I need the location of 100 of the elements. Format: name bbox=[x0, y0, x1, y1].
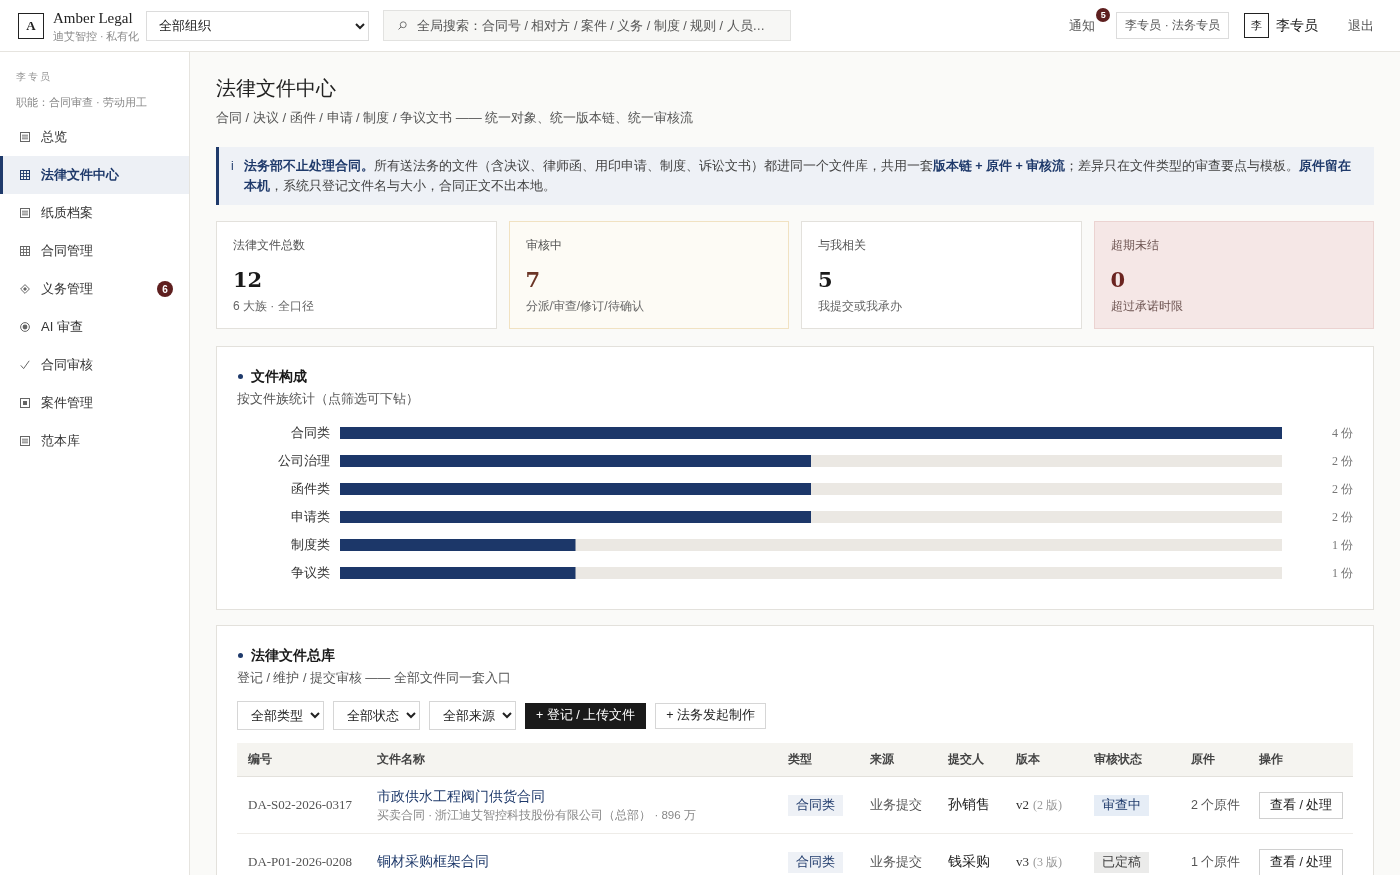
role-chip[interactable]: 李专员 · 法务专员 bbox=[1116, 12, 1229, 39]
category-label: 公司治理 bbox=[277, 452, 330, 470]
column-header: 提交人 bbox=[948, 751, 985, 768]
column-header: 类型 bbox=[788, 751, 813, 768]
source-cell-text: 业务提交 bbox=[870, 796, 923, 814]
sidebar-duties: 职能：合同审查 · 劳动用工 bbox=[15, 95, 148, 110]
stat-label: 法律文件总数 bbox=[233, 237, 305, 254]
avatar[interactable]: 李 bbox=[1244, 13, 1269, 38]
list-icon bbox=[20, 132, 30, 142]
target-icon bbox=[20, 322, 30, 332]
submitter-cell-text: 孙销售 bbox=[948, 796, 991, 814]
column-header: 来源 bbox=[870, 751, 895, 768]
column-header: 原件 bbox=[1191, 751, 1216, 768]
value-label: 1 份 bbox=[1331, 564, 1353, 582]
count-badge: 6 bbox=[157, 281, 173, 297]
status-tag: 已定稿 bbox=[1094, 851, 1149, 873]
value-label: 2 份 bbox=[1331, 452, 1353, 470]
page-subtitle: 合同 / 决议 / 函件 / 申请 / 制度 / 争议文书 —— 统一对象、统一版本链、统一审核流 bbox=[216, 109, 695, 127]
document-number: DA-P01-2026-0208 bbox=[248, 854, 353, 870]
type-tag: 合同类 bbox=[788, 851, 843, 873]
category-label: 制度类 bbox=[290, 536, 330, 554]
grid-icon bbox=[20, 246, 30, 256]
nav-item[interactable]: 合同管理 bbox=[0, 232, 189, 270]
section-title: 文件构成 bbox=[251, 367, 307, 385]
source-cell-text: 业务提交 bbox=[870, 853, 923, 871]
column-header: 编号 bbox=[248, 751, 273, 768]
version-count: (2 版) bbox=[1033, 796, 1062, 814]
document-title-link[interactable]: 铜材采购框架合同 bbox=[377, 852, 489, 872]
section-subtitle: 按文件族统计（点筛选可下钻） bbox=[237, 391, 420, 408]
document-meta: 买卖合同 · 浙江迪艾智控科技股份有限公司（总部） · 896 万 bbox=[377, 807, 696, 823]
nav-item[interactable]: 合同审核 bbox=[0, 346, 189, 384]
search-field[interactable]: 全局搜索：合同号 / 相对方 / 案件 / 义务 / 制度 / 规则 / 人员… bbox=[383, 10, 791, 41]
bullet-icon bbox=[238, 373, 243, 379]
value-label: 2 份 bbox=[1331, 508, 1353, 526]
status-tag: 审查中 bbox=[1094, 794, 1149, 816]
list-icon bbox=[20, 436, 30, 446]
stat-label: 超期未结 bbox=[1110, 237, 1159, 254]
stat-label: 审核中 bbox=[525, 237, 562, 254]
notification-badge: 5 bbox=[1096, 7, 1111, 22]
nav-item[interactable]: 义务管理 6 bbox=[0, 270, 189, 308]
filter-select[interactable]: 全部类型 bbox=[237, 701, 324, 730]
diamond-icon bbox=[20, 284, 30, 294]
category-label: 合同类 bbox=[290, 424, 330, 442]
stat-value: 12 bbox=[233, 266, 263, 294]
originals-cell-text: 2 个原件 bbox=[1191, 796, 1242, 814]
nav-item[interactable]: 总览 bbox=[0, 118, 189, 156]
page-title: 法律文件中心 bbox=[216, 76, 337, 101]
filter-select[interactable]: 全部状态 bbox=[333, 701, 420, 730]
stat-note: 我提交或我承办 bbox=[818, 298, 902, 315]
view-process-button[interactable]: 查看 / 处理 bbox=[1259, 791, 1344, 819]
column-header: 文件名称 bbox=[377, 751, 426, 768]
organization-select[interactable]: 全部组织 bbox=[146, 10, 369, 41]
chart-bar[interactable] bbox=[340, 483, 811, 495]
list-icon bbox=[20, 208, 30, 218]
notifications-link[interactable]: 通知 bbox=[1069, 16, 1096, 35]
nav-item[interactable]: 法律文件中心 bbox=[0, 156, 189, 194]
bullet-icon bbox=[238, 652, 243, 658]
stat-note: 6 大族 · 全口径 bbox=[233, 298, 314, 315]
info-text: 法务部不止处理合同。所有送法务的文件（含决议、律师函、用印申请、制度、诉讼文书）都进同一个文件库，共用一套版本链 + 原件 + 审核流；差异只在文件类型的审查要点与模板。原件留在本机，系统只登记文件名与大小，合同正文不出本地。 bbox=[243, 157, 1353, 195]
section-subtitle: 登记 / 维护 / 提交审核 —— 全部文件同一套入口 bbox=[237, 670, 512, 687]
info-icon: i bbox=[231, 156, 234, 196]
logout-link[interactable]: 退出 bbox=[1348, 16, 1374, 35]
chart-bar[interactable] bbox=[340, 455, 811, 467]
stat-value: 0 bbox=[1110, 266, 1126, 294]
version-label: v2 bbox=[1016, 796, 1029, 813]
user-name: 李专员 bbox=[1276, 16, 1318, 35]
grid-icon bbox=[20, 170, 30, 180]
chart-bar[interactable] bbox=[340, 427, 1282, 439]
submitter-cell-text: 钱采购 bbox=[948, 853, 991, 871]
originals-cell-text: 1 个原件 bbox=[1191, 853, 1242, 871]
document-number: DA-S02-2026-0317 bbox=[248, 797, 353, 813]
chart-bar[interactable] bbox=[340, 539, 576, 551]
register-upload-button[interactable]: + 登记 / 上传文件 bbox=[525, 702, 647, 729]
create-document-button[interactable]: + 法务发起制作 bbox=[655, 702, 766, 729]
stat-label: 与我相关 bbox=[818, 237, 866, 254]
brand-name: Amber Legal bbox=[53, 8, 134, 27]
filter-select[interactable]: 全部来源 bbox=[429, 701, 516, 730]
brand-subtitle: 迪艾智控 · 私有化 bbox=[53, 28, 140, 43]
view-process-button[interactable]: 查看 / 处理 bbox=[1259, 848, 1344, 875]
document-title-link[interactable]: 市政供水工程阀门供货合同 bbox=[377, 786, 545, 807]
nav-item[interactable]: 纸质档案 bbox=[0, 194, 189, 232]
stat-value: 5 bbox=[818, 266, 833, 294]
stat-note: 超过承诺时限 bbox=[1110, 298, 1183, 315]
category-label: 争议类 bbox=[290, 564, 330, 582]
nav-item[interactable]: 范本库 bbox=[0, 422, 189, 460]
section-title: 法律文件总库 bbox=[251, 646, 335, 664]
search-icon bbox=[398, 21, 407, 30]
nav-item[interactable]: 案件管理 bbox=[0, 384, 189, 422]
type-tag: 合同类 bbox=[788, 794, 843, 816]
logo-mark: A bbox=[18, 12, 44, 39]
column-header: 审核状态 bbox=[1094, 751, 1143, 768]
nav-item[interactable]: AI 审查 bbox=[0, 308, 189, 346]
chart-bar[interactable] bbox=[340, 567, 576, 579]
check-icon bbox=[20, 360, 30, 370]
square-icon bbox=[20, 398, 30, 408]
column-header: 操作 bbox=[1259, 751, 1284, 768]
chart-bar[interactable] bbox=[340, 511, 811, 523]
stat-note: 分派/审查/修订/待确认 bbox=[525, 298, 644, 315]
column-header: 版本 bbox=[1016, 751, 1041, 768]
version-label: v3 bbox=[1016, 853, 1029, 870]
